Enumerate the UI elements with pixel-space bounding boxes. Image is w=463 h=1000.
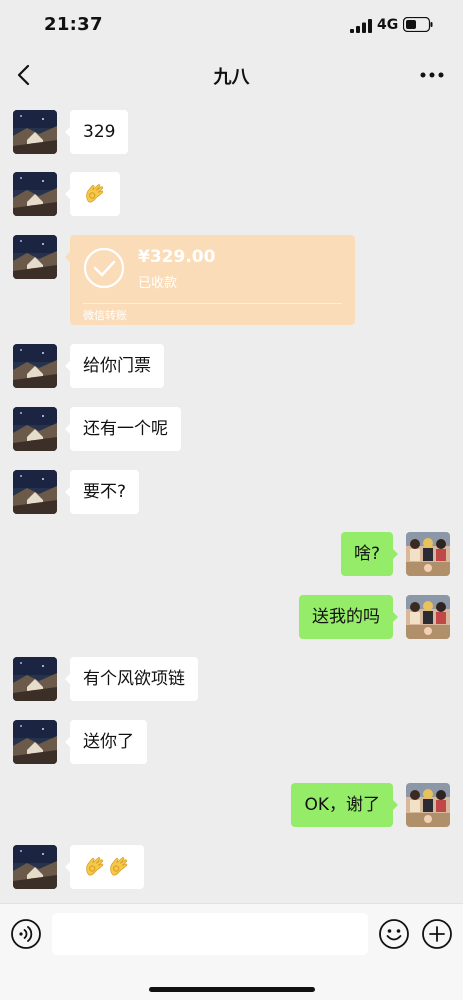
contact-avatar[interactable] [13, 344, 57, 388]
message-bubble[interactable]: 送我的吗 [299, 595, 398, 639]
message-row: 给你门票 [0, 344, 463, 390]
ok-hand-emoji [83, 854, 107, 878]
message-row: ¥329.00 已收款 微信转账 [0, 235, 463, 327]
self-avatar[interactable] [406, 783, 450, 827]
voice-icon[interactable] [10, 918, 42, 950]
emoji-face-icon[interactable] [378, 918, 410, 950]
message-row: 329 [0, 110, 463, 156]
message-bubble[interactable]: 啥? [340, 532, 399, 576]
contact-avatar[interactable] [13, 657, 57, 701]
message-row: OK，谢了 [0, 783, 463, 829]
message-row [0, 845, 463, 891]
message-bubble[interactable]: 送你了 [65, 720, 147, 764]
transfer-amount: ¥329.00 [138, 247, 216, 267]
message-list[interactable]: 329 ¥329.00 已收款 微信转账 给你门票 还有一个呢 要不? 啥? 送… [0, 100, 463, 903]
contact-avatar[interactable] [13, 845, 57, 889]
message-row: 送你了 [0, 720, 463, 766]
message-row: 还有一个呢 [0, 407, 463, 453]
contact-avatar[interactable] [13, 407, 57, 451]
contact-avatar[interactable] [13, 172, 57, 216]
transfer-footer: 微信转账 [83, 309, 127, 322]
transfer-card[interactable]: ¥329.00 已收款 微信转账 [65, 235, 355, 325]
self-avatar[interactable] [406, 595, 450, 639]
battery-icon [403, 17, 433, 32]
message-bubble[interactable]: 有个风欲项链 [65, 657, 198, 701]
network-type: 4G [377, 17, 399, 33]
input-bar [0, 903, 463, 1000]
chat-title: 九八 [213, 67, 250, 88]
chat-header: 九八 [0, 50, 463, 100]
message-row: 有个风欲项链 [0, 657, 463, 703]
contact-avatar[interactable] [13, 110, 57, 154]
message-bubble[interactable]: 还有一个呢 [65, 407, 181, 451]
plus-icon[interactable] [421, 918, 453, 950]
divider [83, 303, 342, 304]
ok-hand-emoji [83, 181, 107, 205]
more-icon[interactable] [416, 62, 448, 88]
status-bar: 21:37 4G [0, 0, 463, 50]
emoji-bubble[interactable] [65, 172, 120, 216]
contact-avatar[interactable] [13, 470, 57, 514]
message-bubble[interactable]: 329 [64, 110, 129, 154]
message-bubble[interactable]: 给你门票 [65, 344, 164, 388]
check-circle-icon [83, 247, 125, 289]
contact-avatar[interactable] [13, 720, 57, 764]
message-row: 送我的吗 [0, 595, 463, 641]
ok-hand-emoji [107, 854, 131, 878]
status-time: 21:37 [44, 14, 103, 35]
message-bubble[interactable]: 要不? [64, 470, 140, 514]
message-input[interactable] [52, 913, 368, 955]
message-bubble[interactable]: OK，谢了 [291, 783, 398, 827]
signal-icon [350, 19, 372, 33]
message-row [0, 172, 463, 218]
self-avatar[interactable] [406, 532, 450, 576]
contact-avatar[interactable] [13, 235, 57, 279]
transfer-status: 已收款 [138, 276, 178, 291]
message-row: 啥? [0, 532, 463, 578]
home-indicator[interactable] [149, 987, 315, 992]
message-row: 要不? [0, 470, 463, 516]
emoji-bubble[interactable] [65, 845, 144, 889]
